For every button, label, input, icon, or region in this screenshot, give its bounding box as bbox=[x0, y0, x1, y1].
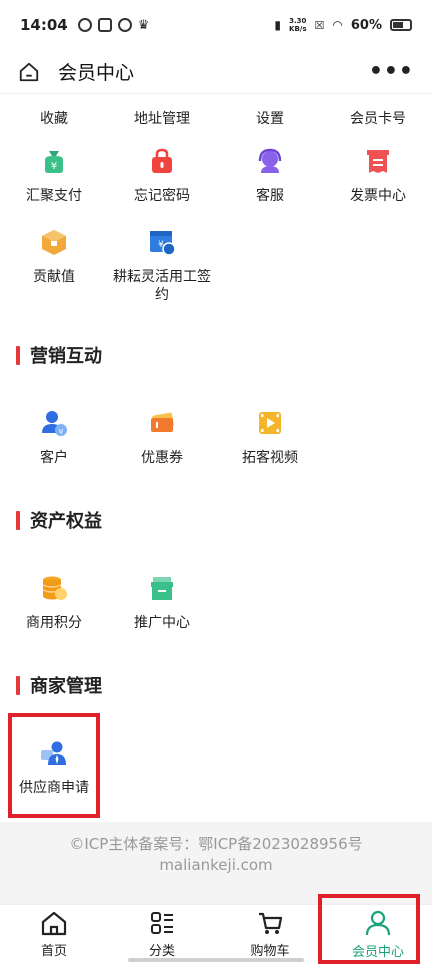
grid-item-promotion-center[interactable]: 推广中心 bbox=[108, 572, 216, 632]
home-icon bbox=[41, 911, 67, 936]
grid-item-label: 贡献值 bbox=[33, 269, 75, 285]
grid-item-label: 客服 bbox=[256, 188, 284, 204]
grid-item-label: 设置 bbox=[256, 111, 284, 127]
customer-icon: v bbox=[38, 407, 70, 439]
svg-text:v: v bbox=[59, 427, 64, 436]
battery-percent: 60% bbox=[350, 17, 382, 33]
tab-label: 分类 bbox=[148, 944, 175, 959]
section-accent-bar bbox=[16, 510, 20, 530]
headset-icon bbox=[254, 145, 286, 177]
app-notification-icon bbox=[117, 17, 132, 32]
grid-item-customer-service[interactable]: 客服 bbox=[216, 145, 324, 205]
box-icon bbox=[38, 226, 70, 258]
grid-item-label: 发票中心 bbox=[350, 188, 406, 204]
grid-item-label: 地址管理 bbox=[134, 111, 190, 127]
page-title: 会员中心 bbox=[58, 62, 135, 84]
grid-item-contribution[interactable]: 贡献值 bbox=[0, 226, 108, 304]
lock-bag-icon bbox=[146, 145, 178, 177]
footer-info: ©ICP主体备案号：鄂ICP备2023028956号 maliankeji.co… bbox=[0, 822, 432, 904]
grid-item-label: 商用积分 bbox=[26, 615, 82, 631]
section-accent-bar bbox=[16, 345, 20, 365]
more-button[interactable]: ••• bbox=[369, 59, 414, 84]
grid-item-invoice-center[interactable]: 发票中心 bbox=[324, 145, 432, 205]
money-bag-icon: ¥ bbox=[38, 145, 70, 177]
grid-item-customers[interactable]: v 客户 bbox=[0, 407, 108, 467]
section-title-text: 商家管理 bbox=[30, 676, 102, 697]
grid-item-label: 忘记密码 bbox=[134, 188, 190, 204]
svg-text:¥: ¥ bbox=[158, 240, 164, 250]
section-title-text: 营销互动 bbox=[30, 346, 102, 367]
grid-item-videos[interactable]: 拓客视频 bbox=[216, 407, 324, 467]
service-grid: 收藏 地址管理 设置 会员卡号 bbox=[0, 110, 432, 128]
svg-text:¥: ¥ bbox=[51, 161, 57, 172]
tab-cart[interactable]: 购物车 bbox=[216, 905, 324, 964]
grid-item-label: 耕耘灵活用工签约 bbox=[113, 269, 211, 303]
vibrate-icon: ▮ bbox=[274, 18, 282, 32]
tab-category[interactable]: 分类 bbox=[108, 905, 216, 964]
highlight-box-member-tab bbox=[318, 894, 420, 964]
tab-label: 购物车 bbox=[250, 944, 290, 959]
crown-icon: ♛ bbox=[137, 17, 150, 33]
coins-icon bbox=[38, 572, 70, 604]
domain-text: maliankeji.com bbox=[159, 856, 273, 874]
wifi-icon: ◠ bbox=[332, 18, 343, 32]
grid-item-points[interactable]: 商用积分 bbox=[0, 572, 108, 632]
video-icon bbox=[254, 407, 286, 439]
net-speed: 3.30 KB/s bbox=[289, 17, 307, 33]
service-grid-row-3: 贡献值 ¥ 耕耘灵活用工签约 bbox=[0, 226, 432, 304]
promotion-box-icon bbox=[146, 572, 178, 604]
status-notification-icons: ♛ bbox=[77, 17, 150, 33]
grid-item-label: 推广中心 bbox=[134, 615, 190, 631]
grid-item-label: 拓客视频 bbox=[242, 450, 298, 466]
battery-icon bbox=[390, 19, 412, 31]
section-title-merchant: 商家管理 bbox=[0, 672, 102, 698]
section-title-assets: 资产权益 bbox=[0, 507, 102, 533]
app-notification-icon bbox=[77, 17, 92, 32]
section-accent-bar bbox=[16, 675, 20, 695]
grid-item-forgot-password[interactable]: 忘记密码 bbox=[108, 145, 216, 205]
grid-item-member-card[interactable]: 会员卡号 bbox=[324, 110, 432, 128]
highlight-box-supplier bbox=[8, 713, 100, 818]
assets-grid: 商用积分 推广中心 bbox=[0, 572, 432, 632]
tab-home[interactable]: 首页 bbox=[0, 905, 108, 964]
section-title-marketing: 营销互动 bbox=[0, 342, 102, 368]
grid-item-address[interactable]: 地址管理 bbox=[108, 110, 216, 128]
bank-card-icon: ¥ bbox=[146, 226, 178, 258]
sim-icon: ☒ bbox=[314, 18, 325, 32]
gesture-bar bbox=[128, 958, 304, 962]
page: 14:04 ♛ ▮ 3.30 KB/s ☒ ◠ 60% 会员中心 ••• 收藏 … bbox=[0, 0, 432, 964]
home-icon[interactable] bbox=[18, 61, 40, 83]
coupon-icon bbox=[146, 407, 178, 439]
page-header: 会员中心 ••• bbox=[0, 50, 432, 94]
grid-item-favorites[interactable]: 收藏 bbox=[0, 110, 108, 128]
section-title-text: 资产权益 bbox=[30, 511, 102, 532]
service-grid-row-2: ¥ 汇聚支付 忘记密码 客服 发票中心 bbox=[0, 145, 432, 205]
status-time: 14:04 bbox=[20, 16, 68, 34]
cart-icon bbox=[259, 912, 283, 934]
marketing-grid: v 客户 优惠券 拓客视频 bbox=[0, 407, 432, 467]
invoice-icon bbox=[362, 145, 394, 177]
app-notification-icon bbox=[97, 17, 112, 32]
grid-item-settings[interactable]: 设置 bbox=[216, 110, 324, 128]
grid-item-label: 客户 bbox=[40, 450, 68, 466]
status-bar: 14:04 ♛ ▮ 3.30 KB/s ☒ ◠ 60% bbox=[0, 0, 432, 50]
grid-item-payment[interactable]: ¥ 汇聚支付 bbox=[0, 145, 108, 205]
icp-text: ©ICP主体备案号：鄂ICP备2023028956号 bbox=[69, 835, 363, 853]
grid-item-label: 会员卡号 bbox=[350, 111, 406, 127]
grid-item-flexible-work-contract[interactable]: ¥ 耕耘灵活用工签约 bbox=[108, 226, 216, 304]
grid-item-coupons[interactable]: 优惠券 bbox=[108, 407, 216, 467]
category-icon bbox=[151, 912, 173, 934]
grid-item-label: 汇聚支付 bbox=[26, 188, 82, 204]
grid-item-label: 收藏 bbox=[40, 111, 68, 127]
tab-label: 首页 bbox=[40, 944, 67, 959]
grid-item-label: 优惠券 bbox=[141, 450, 183, 466]
